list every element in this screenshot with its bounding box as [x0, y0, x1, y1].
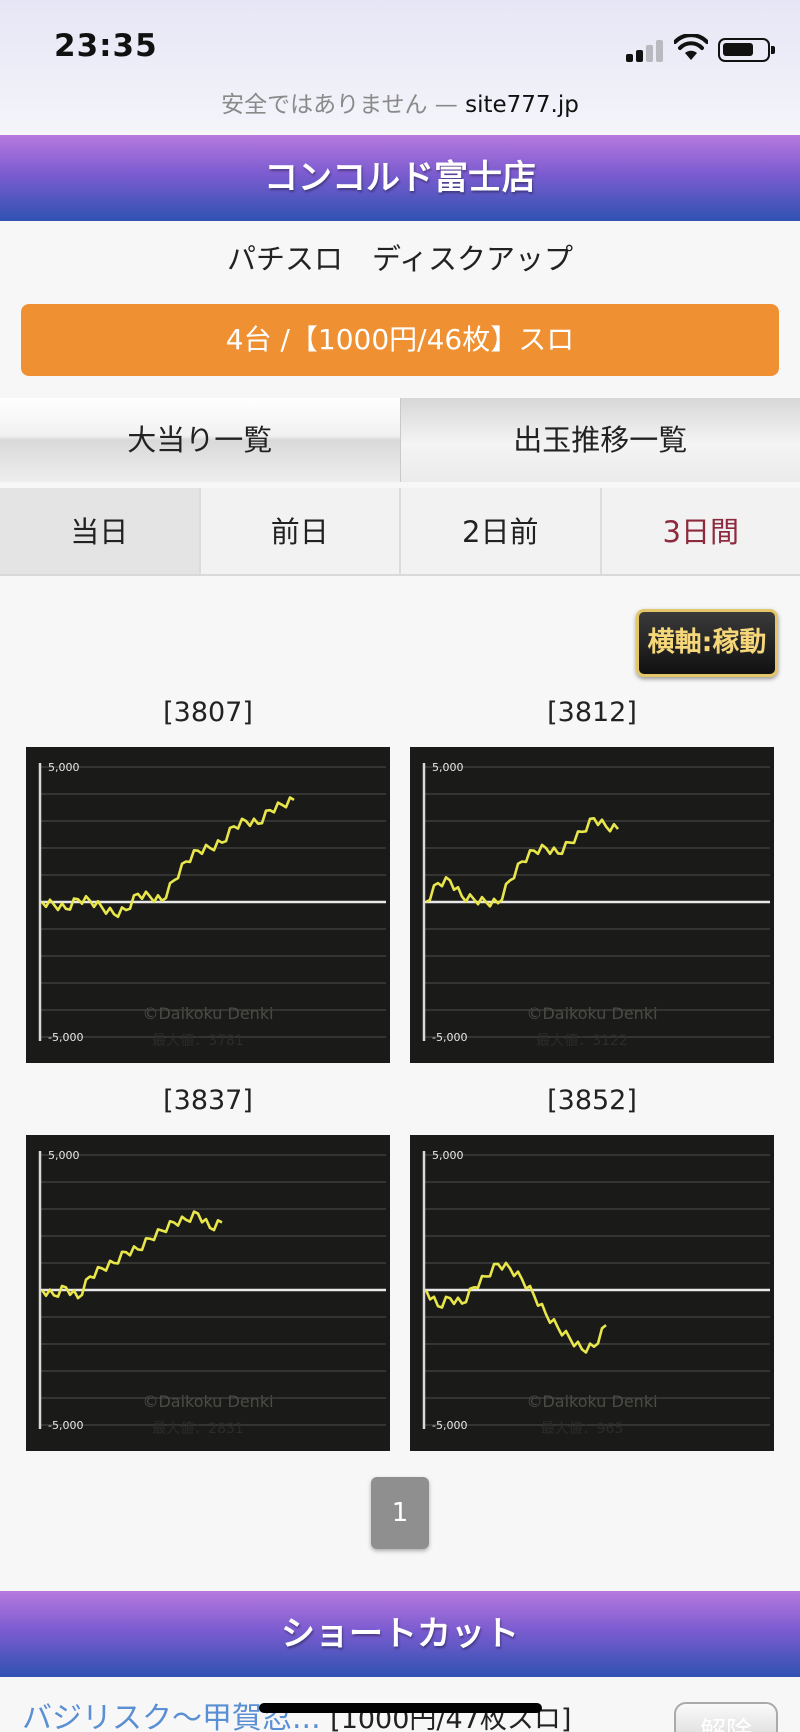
battery-icon — [718, 38, 775, 62]
payout-series-line — [40, 1210, 223, 1300]
payout-series-line — [425, 817, 620, 908]
y-tick-label-bottom: -5,000 — [48, 1419, 83, 1432]
unit-chart-card[interactable]: [3852] 5,000 -5,000 ©Daikoku Denki 最大値：965 — [410, 1085, 774, 1451]
y-tick-label-top: 5,000 — [432, 1149, 464, 1162]
unit-number: [3852] — [547, 1085, 637, 1116]
unit-number: [3812] — [547, 697, 637, 728]
payout-line-chart[interactable]: 5,000 -5,000 ©Daikoku Denki 最大値：2831 — [26, 1135, 390, 1451]
day-three-days[interactable]: 3日間 — [601, 488, 800, 574]
unit-number: [3837] — [163, 1085, 253, 1116]
shortcut-header: ショートカット — [0, 1591, 800, 1677]
unit-chart-card[interactable]: [3807] 5,000 -5,000 ©Daikoku Denki 最大値：3781 — [26, 697, 390, 1063]
remove-shortcut-button[interactable]: 解除 — [674, 1702, 778, 1732]
view-tabs: 大当り一覧 出玉推移一覧 — [0, 398, 800, 482]
machine-name: パチスロ ディスクアップ — [227, 242, 573, 276]
payout-line-chart[interactable]: 5,000 -5,000 ©Daikoku Denki 最大値：965 — [410, 1135, 774, 1451]
payout-line-chart[interactable]: 5,000 -5,000 ©Daikoku Denki 最大値：3781 — [26, 747, 390, 1063]
max-value-label: 最大値：3122 — [536, 1033, 628, 1049]
chart-watermark: ©Daikoku Denki — [142, 1392, 273, 1411]
day-selector: 当日 前日 2日前 3日間 — [0, 488, 800, 576]
horizontal-axis-toggle-button[interactable]: 横軸:稼動 — [636, 609, 778, 677]
status-bar: 23:35 安全ではありません — site777.jp — [0, 0, 800, 132]
machine-summary-bar: 4台 /【1000円/46枚】スロ — [21, 304, 779, 376]
url-separator: — — [427, 92, 466, 118]
chart-watermark: ©Daikoku Denki — [526, 1392, 657, 1411]
max-value-label: 最大値：2831 — [152, 1421, 244, 1437]
unit-number: [3807] — [163, 697, 253, 728]
max-value-label: 最大値：965 — [541, 1421, 624, 1437]
unit-chart-card[interactable]: [3837] 5,000 -5,000 ©Daikoku Denki 最大値：2831 — [26, 1085, 390, 1451]
page-button[interactable]: 1 — [371, 1477, 429, 1549]
day-today[interactable]: 当日 — [0, 488, 201, 574]
address-bar[interactable]: 安全ではありません — site777.jp — [0, 85, 800, 119]
payout-series-line — [424, 1261, 607, 1354]
max-value-label: 最大値：3781 — [152, 1033, 244, 1049]
payout-series-line — [40, 796, 295, 919]
y-tick-label-bottom: -5,000 — [432, 1031, 467, 1044]
chart-watermark: ©Daikoku Denki — [526, 1004, 657, 1023]
y-tick-label-top: 5,000 — [48, 1149, 80, 1162]
y-tick-label-bottom: -5,000 — [432, 1419, 467, 1432]
store-header: コンコルド富士店 — [0, 135, 800, 221]
tab-jackpot-list[interactable]: 大当り一覧 — [0, 398, 401, 482]
day-yesterday[interactable]: 前日 — [200, 488, 401, 574]
tab-payout-trend[interactable]: 出玉推移一覧 — [400, 398, 800, 482]
y-tick-label-top: 5,000 — [48, 761, 80, 774]
chart-watermark: ©Daikoku Denki — [142, 1004, 273, 1023]
cellular-signal-icon — [626, 38, 666, 62]
day-two-days-ago[interactable]: 2日前 — [401, 488, 602, 574]
y-tick-label-bottom: -5,000 — [48, 1031, 83, 1044]
insecure-warning: 安全ではありません — [221, 92, 428, 118]
home-indicator — [259, 1703, 542, 1713]
y-tick-label-top: 5,000 — [432, 761, 464, 774]
url-domain: site777.jp — [465, 92, 579, 118]
wifi-icon — [674, 34, 708, 60]
payout-line-chart[interactable]: 5,000 -5,000 ©Daikoku Denki 最大値：3122 — [410, 747, 774, 1063]
status-time: 23:35 — [54, 28, 158, 64]
unit-chart-card[interactable]: [3812] 5,000 -5,000 ©Daikoku Denki 最大値：3122 — [410, 697, 774, 1063]
